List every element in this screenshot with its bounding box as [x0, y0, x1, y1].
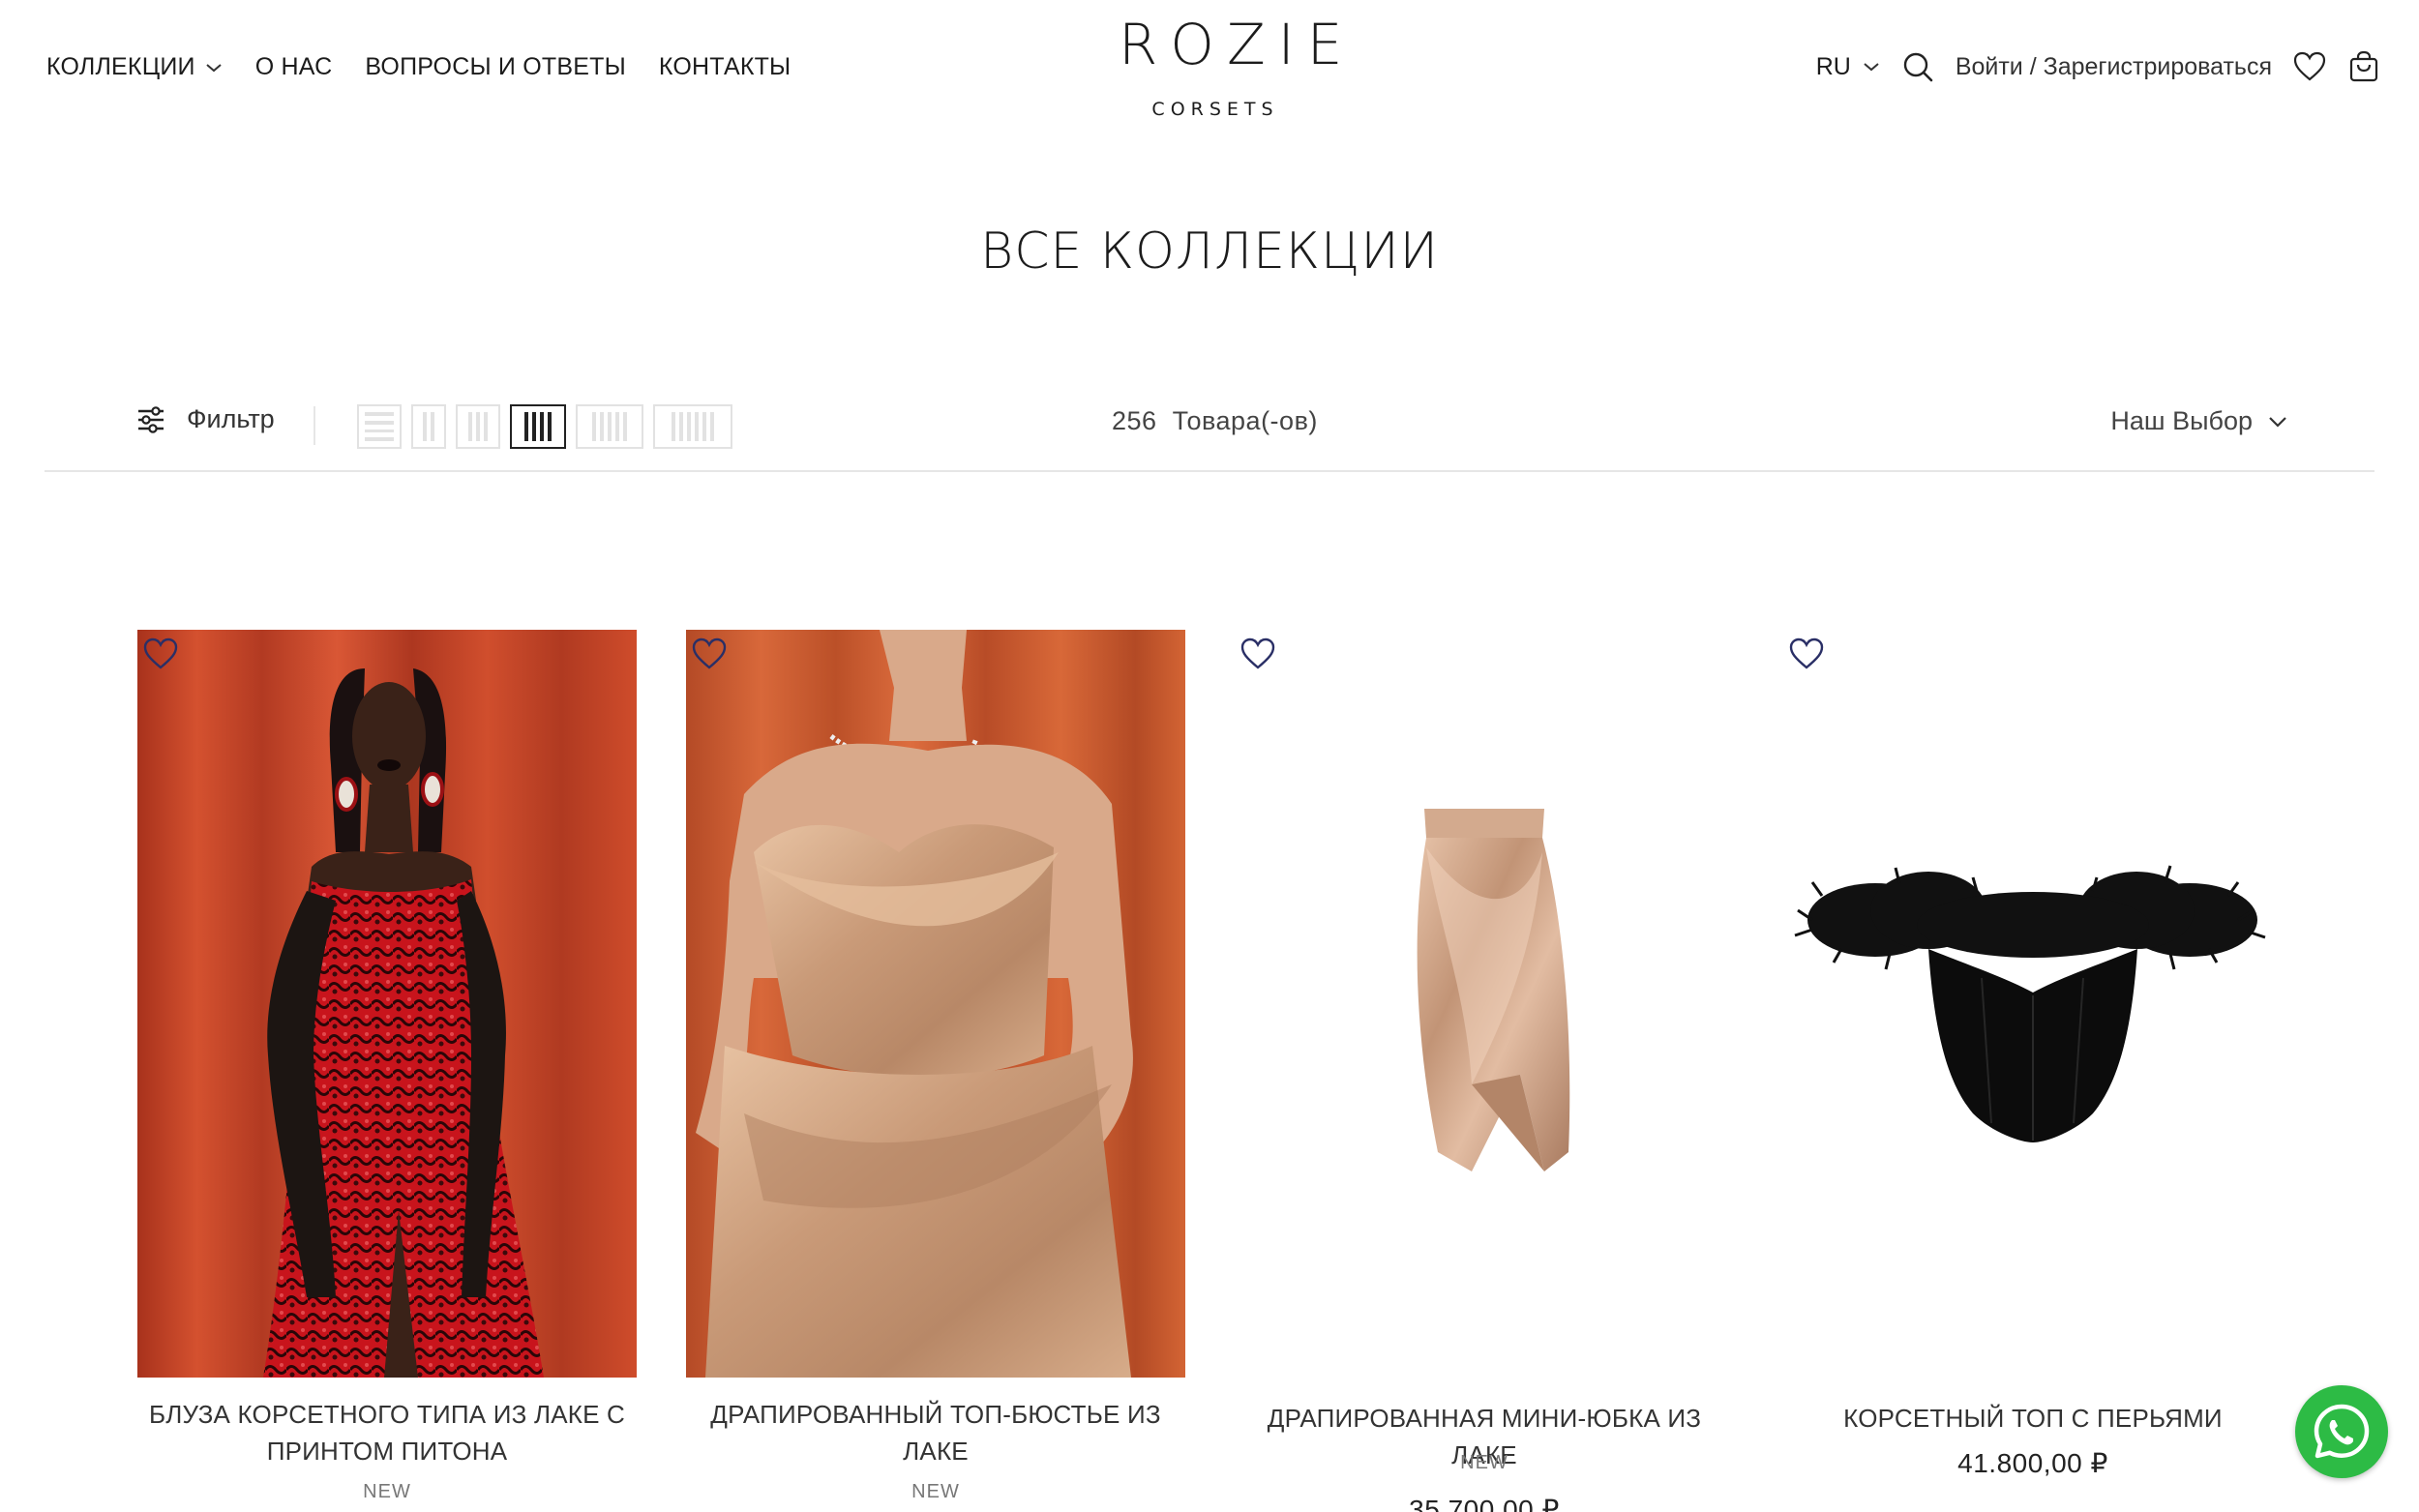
heart-icon[interactable]	[692, 637, 727, 675]
product-card[interactable]: КОРСЕТНЫЙ ТОП С ПЕРЬЯМИ 41.800,00 ₽	[1783, 630, 2283, 1512]
product-tag: NEW	[363, 1481, 411, 1502]
sort-dropdown[interactable]: Наш Выбор	[2110, 406, 2287, 436]
grid-view-switcher	[357, 404, 732, 449]
whatsapp-icon	[2314, 1404, 2370, 1459]
chevron-down-icon	[206, 63, 222, 72]
product-grid: БЛУЗА КОРСЕТНОГО ТИПА ИЗ ЛАКЕ С ПРИНТОМ …	[137, 630, 2283, 1512]
product-image[interactable]	[137, 630, 637, 1378]
search-icon[interactable]	[1901, 50, 1934, 83]
nav-contacts[interactable]: КОНТАКТЫ	[659, 53, 791, 81]
sort-label: Наш Выбор	[2110, 406, 2253, 435]
nav-collections[interactable]: КОЛЛЕКЦИИ	[46, 53, 223, 81]
product-name[interactable]: БЛУЗА КОРСЕТНОГО ТИПА ИЗ ЛАКЕ С ПРИНТОМ …	[137, 1396, 637, 1469]
product-image[interactable]	[1235, 630, 1734, 1378]
product-tag: NEW	[1460, 1452, 1508, 1473]
site-header: КОЛЛЕКЦИИ О НАС ВОПРОСЫ И ОТВЕТЫ КОНТАКТ…	[0, 0, 2419, 135]
product-price: 35.700,00 ₽	[1409, 1495, 1560, 1512]
page-title: ВСЕ КОЛЛЕКЦИИ	[980, 222, 1439, 281]
logo[interactable]: ROZIE CORSETS	[1106, 12, 1356, 120]
product-tag: NEW	[911, 1481, 960, 1502]
product-name[interactable]: ДРАПИРОВАННЫЙ ТОП-БЮСТЬЕ ИЗ ЛАКЕ	[686, 1396, 1185, 1469]
chevron-down-icon	[2269, 416, 2286, 428]
product-count-number: 256	[1112, 406, 1157, 435]
product-count-unit: Товара(-ов)	[1172, 406, 1318, 435]
nav-collections-label: КОЛЛЕКЦИИ	[46, 53, 195, 80]
logo-sub: CORSETS	[1151, 99, 1279, 120]
product-count: 256 Товара(-ов)	[1112, 406, 1318, 436]
product-name[interactable]: КОРСЕТНЫЙ ТОП С ПЕРЬЯМИ	[1783, 1400, 2283, 1437]
product-card[interactable]: БЛУЗА КОРСЕТНОГО ТИПА ИЗ ЛАКЕ С ПРИНТОМ …	[137, 630, 637, 1512]
heart-icon[interactable]	[1789, 637, 1824, 675]
logo-main: ROZIE	[1119, 12, 1356, 77]
heart-icon[interactable]	[143, 637, 178, 675]
product-image[interactable]	[686, 630, 1185, 1378]
login-link[interactable]: Войти / Зарегистрироваться	[1956, 53, 2272, 81]
filter-label: Фильтр	[187, 404, 275, 433]
heart-icon[interactable]	[2293, 51, 2326, 82]
view-3-columns-button[interactable]	[456, 404, 500, 449]
nav-about[interactable]: О НАС	[255, 53, 333, 81]
view-list-button[interactable]	[357, 404, 402, 449]
product-price: 41.800,00 ₽	[1957, 1448, 2108, 1478]
header-actions: RU Войти / Зарегистрироваться	[1816, 50, 2380, 83]
view-5-columns-button[interactable]	[576, 404, 643, 449]
whatsapp-button[interactable]	[2295, 1385, 2388, 1478]
product-card[interactable]: ДРАПИРОВАННАЯ МИНИ-ЮБКА ИЗ ЛАКЕ NEW 35.7…	[1235, 630, 1734, 1512]
cart-icon[interactable]	[2347, 50, 2380, 83]
view-4-columns-button[interactable]	[510, 404, 566, 449]
filter-button[interactable]: Фильтр	[136, 404, 275, 434]
language-value: RU	[1815, 52, 1851, 80]
nav-faq[interactable]: ВОПРОСЫ И ОТВЕТЫ	[365, 53, 626, 81]
filter-sliders-icon	[138, 405, 164, 433]
chevron-down-icon	[1864, 63, 1879, 72]
main-nav: КОЛЛЕКЦИИ О НАС ВОПРОСЫ И ОТВЕТЫ КОНТАКТ…	[46, 53, 791, 81]
product-image[interactable]	[1783, 630, 2283, 1378]
language-selector[interactable]: RU	[1816, 53, 1880, 81]
heart-icon[interactable]	[1240, 637, 1275, 675]
toolbar-divider	[314, 406, 315, 445]
view-2-columns-button[interactable]	[411, 404, 446, 449]
product-card[interactable]: ДРАПИРОВАННЫЙ ТОП-БЮСТЬЕ ИЗ ЛАКЕ NEW	[686, 630, 1185, 1512]
catalog-toolbar: Фильтр 256 Товара(-ов) Наш Выбор	[45, 397, 2374, 472]
view-6-columns-button[interactable]	[653, 404, 732, 449]
